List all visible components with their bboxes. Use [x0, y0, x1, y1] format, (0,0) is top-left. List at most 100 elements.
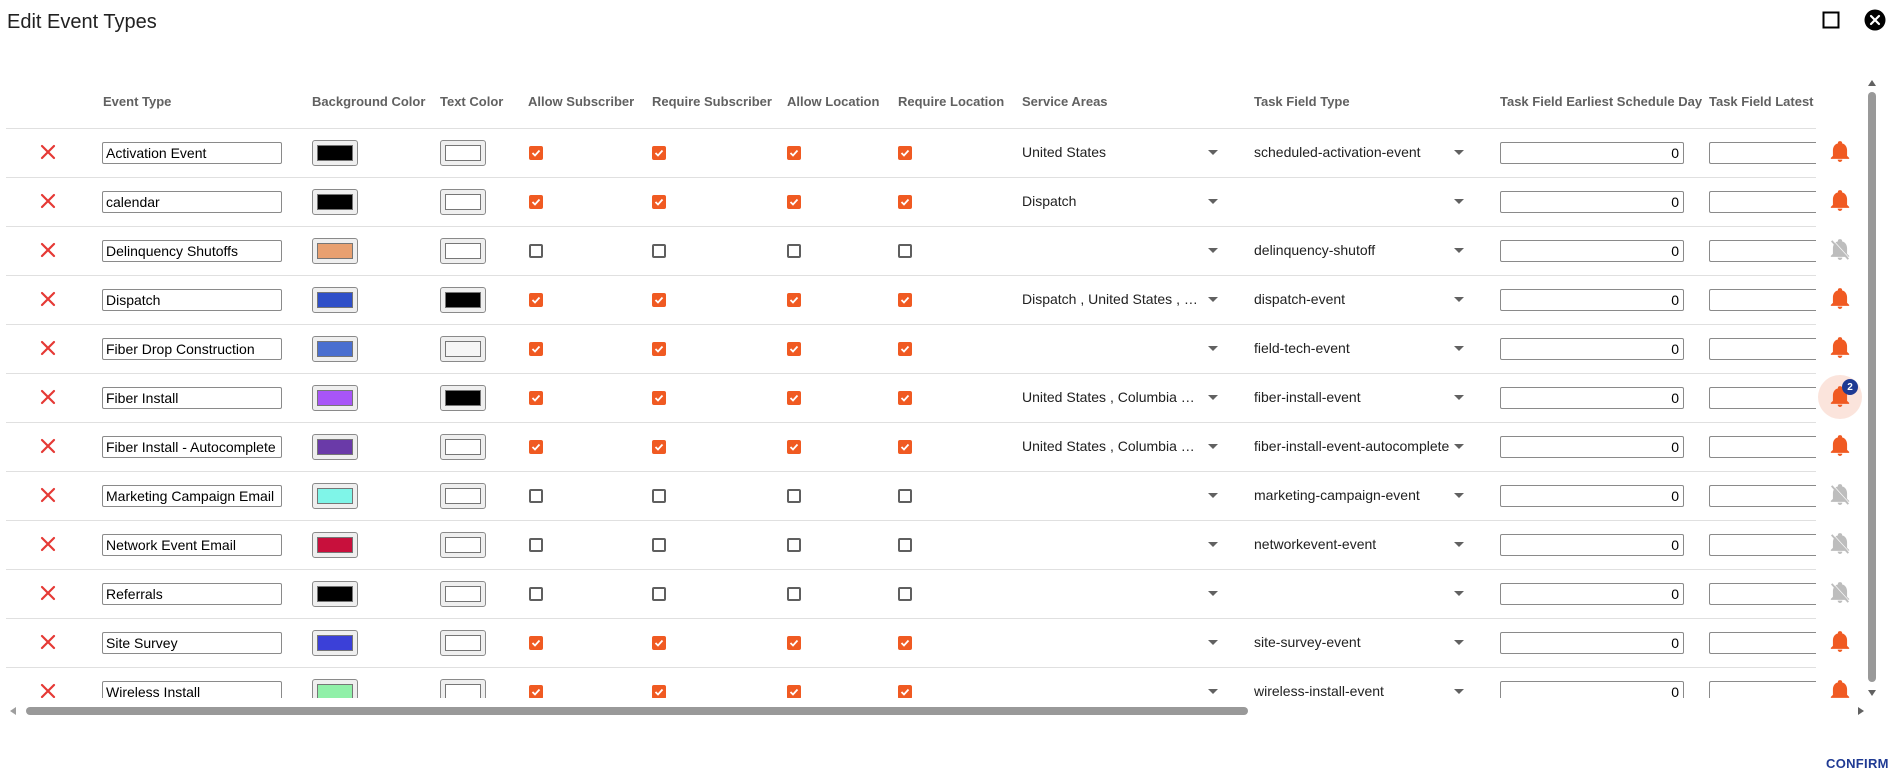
event-type-name-input[interactable]	[102, 338, 282, 360]
allow-location-checkbox[interactable]	[787, 146, 801, 160]
vertical-scrollbar[interactable]	[1864, 78, 1880, 698]
event-type-name-input[interactable]	[102, 240, 282, 262]
background-color-picker[interactable]	[312, 679, 358, 698]
notification-bell-button[interactable]	[1824, 675, 1856, 698]
delete-row-button[interactable]	[36, 373, 60, 421]
event-type-name-input[interactable]	[102, 632, 282, 654]
text-color-picker[interactable]	[440, 238, 486, 264]
require-location-checkbox[interactable]	[898, 244, 912, 258]
latest-schedule-day-input[interactable]	[1709, 632, 1816, 654]
background-color-picker[interactable]	[312, 581, 358, 607]
latest-schedule-day-input[interactable]	[1709, 191, 1816, 213]
latest-schedule-day-input[interactable]	[1709, 387, 1816, 409]
require-subscriber-checkbox[interactable]	[652, 587, 666, 601]
event-type-name-input[interactable]	[102, 142, 282, 164]
earliest-schedule-day-input[interactable]	[1500, 485, 1684, 507]
background-color-picker[interactable]	[312, 336, 358, 362]
notification-bell-muted-button[interactable]	[1824, 528, 1856, 560]
background-color-picker[interactable]	[312, 434, 358, 460]
close-button[interactable]	[1862, 7, 1888, 33]
require-location-checkbox[interactable]	[898, 636, 912, 650]
text-color-picker[interactable]	[440, 336, 486, 362]
require-location-checkbox[interactable]	[898, 685, 912, 698]
require-subscriber-checkbox[interactable]	[652, 489, 666, 503]
header-event-type[interactable]: Event Type	[103, 94, 171, 109]
text-color-picker[interactable]	[440, 140, 486, 166]
background-color-picker[interactable]	[312, 140, 358, 166]
header-allow-location[interactable]: Allow Location	[787, 94, 879, 109]
task-field-type-dropdown-icon[interactable]	[1454, 248, 1464, 253]
service-areas-dropdown-icon[interactable]	[1208, 297, 1218, 302]
notification-bell-button[interactable]	[1824, 136, 1856, 168]
allow-subscriber-checkbox[interactable]	[529, 538, 543, 552]
event-type-name-input[interactable]	[102, 436, 282, 458]
require-subscriber-checkbox[interactable]	[652, 440, 666, 454]
allow-location-checkbox[interactable]	[787, 685, 801, 698]
task-field-type-dropdown-icon[interactable]	[1454, 199, 1464, 204]
latest-schedule-day-input[interactable]	[1709, 240, 1816, 262]
text-color-picker[interactable]	[440, 287, 486, 313]
scroll-up-arrow[interactable]	[1868, 80, 1876, 86]
header-background-color[interactable]: Background Color	[312, 94, 425, 109]
earliest-schedule-day-input[interactable]	[1500, 338, 1684, 360]
task-field-type-dropdown-icon[interactable]	[1454, 542, 1464, 547]
confirm-button[interactable]: CONFIRM	[1826, 756, 1889, 771]
service-areas-value[interactable]: United States	[1022, 144, 1200, 160]
task-field-type-value[interactable]: site-survey-event	[1254, 634, 1452, 650]
delete-row-button[interactable]	[36, 667, 60, 698]
require-subscriber-checkbox[interactable]	[652, 293, 666, 307]
allow-subscriber-checkbox[interactable]	[529, 195, 543, 209]
service-areas-value[interactable]: United States , Columbia N...	[1022, 438, 1200, 454]
notification-bell-button[interactable]	[1824, 332, 1856, 364]
notification-bell-button[interactable]: 2	[1818, 375, 1862, 419]
service-areas-dropdown-icon[interactable]	[1208, 346, 1218, 351]
allow-subscriber-checkbox[interactable]	[529, 293, 543, 307]
allow-location-checkbox[interactable]	[787, 636, 801, 650]
allow-subscriber-checkbox[interactable]	[529, 440, 543, 454]
task-field-type-value[interactable]: dispatch-event	[1254, 291, 1452, 307]
allow-location-checkbox[interactable]	[787, 391, 801, 405]
allow-location-checkbox[interactable]	[787, 440, 801, 454]
service-areas-value[interactable]: Dispatch	[1022, 193, 1200, 209]
background-color-picker[interactable]	[312, 630, 358, 656]
header-require-location[interactable]: Require Location	[898, 94, 1004, 109]
task-field-type-value[interactable]: field-tech-event	[1254, 340, 1452, 356]
require-location-checkbox[interactable]	[898, 587, 912, 601]
notification-bell-button[interactable]	[1824, 626, 1856, 658]
header-allow-subscriber[interactable]: Allow Subscriber	[528, 94, 634, 109]
allow-subscriber-checkbox[interactable]	[529, 685, 543, 698]
require-subscriber-checkbox[interactable]	[652, 636, 666, 650]
allow-location-checkbox[interactable]	[787, 342, 801, 356]
service-areas-dropdown-icon[interactable]	[1208, 199, 1218, 204]
service-areas-dropdown-icon[interactable]	[1208, 150, 1218, 155]
allow-subscriber-checkbox[interactable]	[529, 391, 543, 405]
event-type-name-input[interactable]	[102, 534, 282, 556]
service-areas-dropdown-icon[interactable]	[1208, 591, 1218, 596]
latest-schedule-day-input[interactable]	[1709, 583, 1816, 605]
earliest-schedule-day-input[interactable]	[1500, 387, 1684, 409]
service-areas-dropdown-icon[interactable]	[1208, 640, 1218, 645]
require-location-checkbox[interactable]	[898, 440, 912, 454]
service-areas-dropdown-icon[interactable]	[1208, 689, 1218, 694]
allow-subscriber-checkbox[interactable]	[529, 244, 543, 258]
service-areas-value[interactable]: United States , Columbia N...	[1022, 389, 1200, 405]
text-color-picker[interactable]	[440, 434, 486, 460]
vertical-scroll-thumb[interactable]	[1868, 92, 1876, 682]
service-areas-dropdown-icon[interactable]	[1208, 444, 1218, 449]
task-field-type-value[interactable]: networkevent-event	[1254, 536, 1452, 552]
header-task-field-earliest[interactable]: Task Field Earliest Schedule Day	[1500, 94, 1702, 109]
notification-bell-button[interactable]	[1824, 185, 1856, 217]
delete-row-button[interactable]	[36, 569, 60, 617]
delete-row-button[interactable]	[36, 128, 60, 176]
text-color-picker[interactable]	[440, 679, 486, 698]
task-field-type-value[interactable]: delinquency-shutoff	[1254, 242, 1452, 258]
delete-row-button[interactable]	[36, 471, 60, 519]
event-type-name-input[interactable]	[102, 681, 282, 698]
task-field-type-dropdown-icon[interactable]	[1454, 689, 1464, 694]
event-type-name-input[interactable]	[102, 387, 282, 409]
event-type-name-input[interactable]	[102, 485, 282, 507]
service-areas-dropdown-icon[interactable]	[1208, 395, 1218, 400]
allow-location-checkbox[interactable]	[787, 538, 801, 552]
event-type-name-input[interactable]	[102, 289, 282, 311]
require-subscriber-checkbox[interactable]	[652, 244, 666, 258]
